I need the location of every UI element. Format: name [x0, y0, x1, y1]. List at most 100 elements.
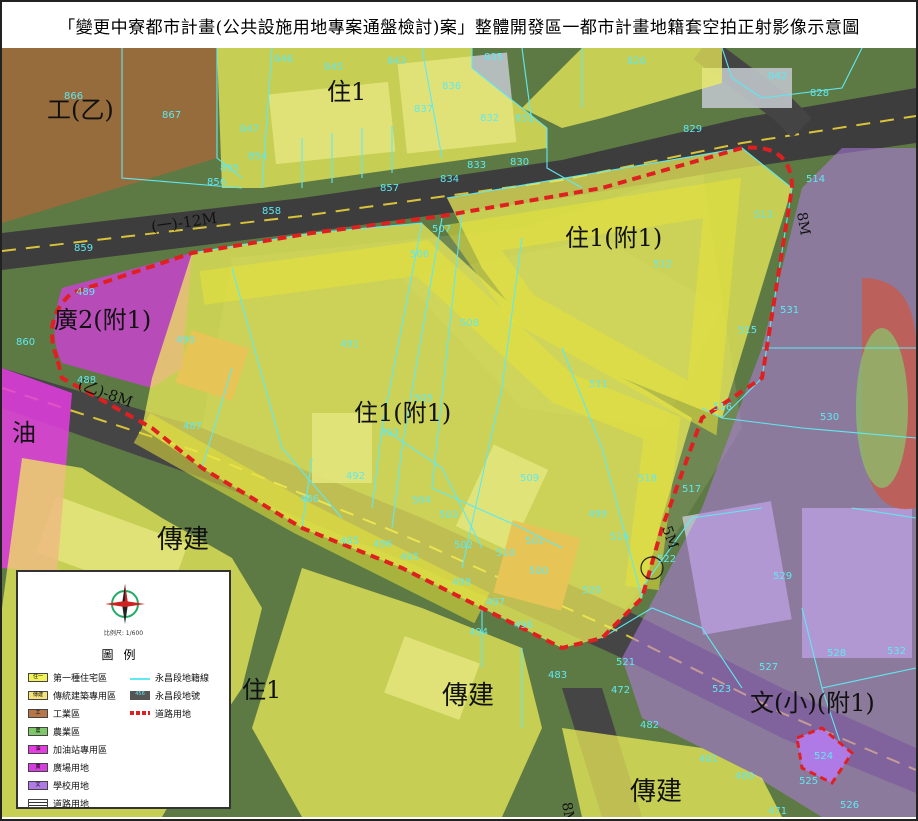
lot-831: 831 — [515, 113, 534, 124]
lot-832: 832 — [480, 113, 499, 124]
lot-485: 485 — [340, 536, 359, 547]
lot-829: 829 — [683, 124, 702, 135]
lot-837: 837 — [414, 104, 433, 115]
lot-524: 524 — [814, 751, 833, 762]
lot-501: 501 — [525, 536, 544, 547]
lot-480: 480 — [735, 771, 754, 782]
lot-503: 503 — [439, 510, 458, 521]
lot-487: 487 — [183, 421, 202, 432]
lot-867: 867 — [162, 110, 181, 121]
zone-label-traditional-1: 傳建 — [157, 525, 209, 555]
lot-507: 507 — [432, 224, 451, 235]
lot-495: 495 — [400, 552, 419, 563]
lot-847: 847 — [240, 124, 259, 135]
legend-label: 農業區 — [53, 727, 81, 738]
lot-491: 491 — [340, 339, 359, 350]
lot-486: 486 — [300, 494, 319, 505]
legend-label: 學校用地 — [53, 781, 90, 792]
lot-845: 845 — [324, 62, 343, 73]
lot-523: 523 — [712, 684, 731, 695]
lot-519: 519 — [610, 532, 629, 543]
lot-498: 498 — [452, 577, 471, 588]
lot-515: 515 — [738, 325, 757, 336]
legend-item: 工工業區 — [28, 704, 116, 722]
lot-522: 522 — [657, 554, 676, 565]
lot-499: 499 — [588, 509, 607, 520]
legend-swatch: 住一 — [28, 672, 48, 682]
lot-532: 532 — [887, 646, 906, 657]
zone-label-traditional-3: 傳建 — [630, 777, 682, 807]
lot-496b: 496 — [514, 620, 533, 631]
zone-label-plaza: 廣2(附1) — [54, 306, 151, 334]
lot-500: 500 — [529, 566, 548, 577]
legend-item: 456 永昌段地號 — [130, 686, 209, 704]
lot-526: 526 — [840, 800, 859, 811]
lot-509: 509 — [520, 473, 539, 484]
zone-label-residential-top: 住1 — [327, 78, 366, 106]
zone-label-residential-bottom: 住1 — [242, 676, 281, 704]
lot-833: 833 — [467, 160, 486, 171]
legend-swatch: 傳建 — [28, 690, 48, 700]
legend-item: 農農業區 — [28, 722, 116, 740]
legend-box: 比例尺: 1/600 圖例 住一 第一種住宅區 傳建 傳統建築專用區 工工業區 農農… — [16, 570, 231, 812]
legend-item: 廣廣場用地 — [28, 758, 116, 776]
legend-item: 傳建 傳統建築專用區 — [28, 686, 116, 704]
legend-scale: 比例尺: 1/600 — [103, 630, 144, 637]
legend-swatch: 油 — [28, 744, 48, 754]
legend-swatch-lot-number: 456 — [130, 690, 150, 700]
lot-860: 860 — [16, 337, 35, 348]
lot-497: 497 — [486, 597, 505, 608]
lot-483: 483 — [548, 670, 567, 681]
road-label-8m-south: 8M — [558, 801, 578, 817]
lot-510: 510 — [496, 548, 515, 559]
legend-swatch: 廣 — [28, 762, 48, 772]
lot-513: 513 — [754, 210, 773, 221]
legend-label: 永昌段地號 — [155, 691, 201, 702]
legend-label: 工業區 — [53, 709, 81, 720]
legend-label: 第一種住宅區 — [53, 673, 108, 684]
lot-492: 492 — [346, 471, 365, 482]
lot-518: 518 — [638, 473, 657, 484]
lot-846: 846 — [274, 54, 293, 65]
lot-834: 834 — [440, 174, 459, 185]
lot-525: 525 — [799, 776, 818, 787]
lot-859: 859 — [74, 243, 93, 254]
lot-531: 531 — [780, 305, 799, 316]
lot-835: 835 — [484, 52, 503, 63]
zone-label-traditional-2: 傳建 — [442, 681, 494, 711]
lot-504: 504 — [412, 495, 431, 506]
lot-836: 836 — [442, 81, 461, 92]
lot-517: 517 — [682, 484, 701, 495]
lot-528: 528 — [827, 648, 846, 659]
legend-label: 加油站專用區 — [53, 745, 108, 756]
lot-505: 505 — [414, 393, 433, 404]
lot-855: 855 — [220, 163, 239, 174]
lot-854: 854 — [248, 151, 267, 162]
legend-item: 油加油站專用區 — [28, 740, 116, 758]
legend-swatch: 文 — [28, 780, 48, 790]
zone-label-residential-center: 住1(附1) — [354, 399, 451, 427]
track-infield — [856, 328, 908, 488]
lot-830: 830 — [510, 157, 529, 168]
lot-856: 856 — [207, 177, 226, 188]
lot-858: 858 — [262, 206, 281, 217]
lot-866: 866 — [64, 91, 83, 102]
lot-520: 520 — [582, 585, 601, 596]
legend-swatch: 農 — [28, 726, 48, 736]
legend-swatch-road — [28, 798, 48, 808]
legend-item: 道路用地 — [130, 704, 209, 722]
lot-516: 516 — [713, 402, 732, 413]
lot-842: 842 — [768, 71, 787, 82]
legend-title: 圖例 — [101, 648, 146, 662]
legend-left-column: 住一 第一種住宅區 傳建 傳統建築專用區 工工業區 農農業區 油加油站專用區 廣廣場… — [28, 668, 116, 812]
legend-item: 道路用地 — [28, 794, 116, 812]
zone-label-school: 文(小)(附1) — [750, 689, 875, 717]
lot-506: 506 — [410, 249, 429, 260]
lot-493: 493 — [380, 428, 399, 439]
lot-502: 502 — [454, 540, 473, 551]
title-bar: 「變更中寮都市計畫(公共設施用地專案通盤檢討)案」整體開發區一都市計畫地籍套空拍… — [2, 2, 916, 50]
lot-494: 494 — [469, 627, 488, 638]
legend-swatch: 工 — [28, 708, 48, 718]
lot-826: 826 — [627, 56, 646, 67]
lot-482: 482 — [640, 720, 659, 731]
